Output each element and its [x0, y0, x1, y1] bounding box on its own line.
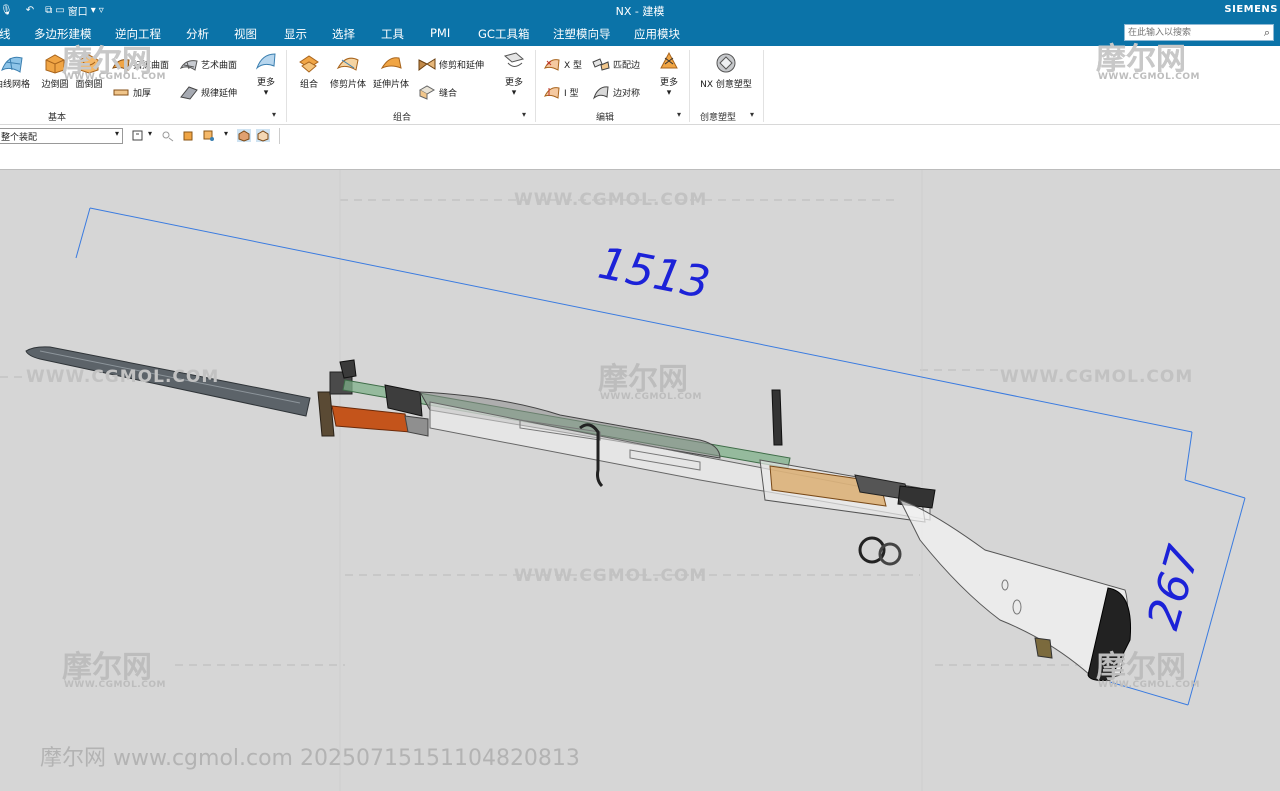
law-extension-icon: [180, 86, 198, 100]
sew-button[interactable]: 缝合: [418, 84, 457, 100]
group-combine-dropdown[interactable]: ▾: [522, 110, 526, 119]
group-edit-dropdown[interactable]: ▾: [677, 110, 681, 119]
title-bar: 🎙 ↶ ⧉ ▭ 窗口 ▾ ▿ NX - 建模 SIEMENS: [0, 0, 1280, 20]
chevron-down-icon[interactable]: ▾: [148, 129, 152, 138]
group-label-edit: 编辑: [596, 113, 615, 123]
i-form-button[interactable]: I 型: [543, 84, 579, 100]
select-feature-icon[interactable]: [182, 129, 196, 142]
extend-sheet-button[interactable]: 延伸片体: [371, 52, 411, 90]
menu-item-pmi[interactable]: PMI: [430, 26, 450, 40]
group-label-basic: 基本: [48, 113, 67, 123]
trim-extend-icon: [418, 58, 436, 71]
chevron-down-icon: ▾: [114, 129, 119, 138]
thicken-icon: [113, 89, 129, 96]
x-form-icon: [544, 59, 560, 71]
mesh-curves-button[interactable]: 曲线网格: [0, 52, 34, 90]
watermark-url: WWW.CGMOL.COM: [514, 190, 708, 210]
selection-scope-dropdown[interactable]: 整个装配 ▾: [0, 128, 123, 144]
filter-icon[interactable]: [132, 129, 146, 142]
menu-item-gc-toolkit[interactable]: GC工具箱: [478, 26, 529, 42]
toolbar-strip: [0, 147, 1280, 170]
nx-realize-shape-button[interactable]: NX 创意塑型: [696, 52, 756, 90]
studio-surface-button[interactable]: 艺术曲面: [180, 56, 237, 72]
chevron-down-icon: ▾: [263, 88, 269, 98]
x-form-button[interactable]: X 型: [543, 56, 582, 72]
group-label-creative: 创意塑型: [700, 113, 737, 123]
ribbon: 曲线网格 边倒圆 面倒圆 扫掠曲面 加厚 艺术曲面 规律延伸 更多▾ 基本 ▾ …: [0, 46, 1280, 125]
graphics-viewport[interactable]: 摩尔网 摩尔网 WWW.CGMOL.COM WWW.CGMOL.COM 摩尔网 …: [0, 42, 1280, 791]
group-separator: [535, 50, 536, 122]
edge-symmetry-icon: [592, 86, 609, 100]
brand-logo: SIEMENS: [1224, 4, 1278, 15]
wireframe-view-icon[interactable]: [256, 129, 270, 142]
match-edge-icon: [592, 58, 610, 71]
i-form-icon: [544, 87, 560, 99]
menu-item-curve[interactable]: 线: [0, 26, 11, 42]
menu-bar: 线 多边形建模 逆向工程 分析 视图 显示 选择 工具 PMI GC工具箱 注塑…: [0, 20, 1280, 46]
menu-item-mold-wizard[interactable]: 注塑模向导: [553, 26, 611, 42]
unite-button[interactable]: 组合: [292, 52, 326, 90]
trim-sheet-button[interactable]: 修剪片体: [328, 52, 368, 90]
menu-item-display[interactable]: 显示: [284, 26, 307, 42]
chevron-down-icon: ▾: [511, 88, 517, 98]
edge-symmetry-button[interactable]: 边对称: [592, 84, 640, 100]
shaded-view-icon[interactable]: [237, 129, 251, 142]
menu-item-view[interactable]: 视图: [234, 26, 257, 42]
sew-icon: [418, 85, 436, 100]
watermark-stamp: 摩尔网 www.cgmol.com 20250715151104820813: [40, 746, 580, 771]
menu-item-applications[interactable]: 应用模块: [634, 26, 680, 42]
thicken-button[interactable]: 加厚: [112, 84, 151, 100]
group-label-combine: 组合: [393, 113, 412, 123]
watermark-url: WWW.CGMOL.COM: [1000, 367, 1194, 387]
studio-surface-icon: [180, 60, 198, 71]
search-icon[interactable]: ⌕: [1264, 26, 1270, 40]
group-separator: [689, 50, 690, 122]
trim-sheet-icon: [336, 57, 359, 71]
combine-more-button[interactable]: 更多 ▾: [498, 50, 530, 98]
group-separator: [763, 50, 764, 122]
realize-shape-icon: [716, 53, 736, 73]
watermark-url-small: WWW.CGMOL.COM: [1098, 72, 1200, 82]
menu-item-analysis[interactable]: 分析: [186, 26, 209, 42]
select-body-icon[interactable]: [202, 129, 216, 142]
watermark-url-small: WWW.CGMOL.COM: [1098, 680, 1200, 690]
group-creative-dropdown[interactable]: ▾: [750, 110, 754, 119]
window-title: NX - 建模: [615, 5, 665, 18]
watermark-url: WWW.CGMOL.COM: [26, 367, 220, 387]
watermark-url-small: WWW.CGMOL.COM: [64, 680, 166, 690]
group-separator: [286, 50, 287, 122]
watermark-url-small: WWW.CGMOL.COM: [64, 72, 166, 82]
mesh-surface-icon: [1, 56, 23, 73]
more-edit-icon: [660, 51, 678, 69]
match-edge-button[interactable]: 匹配边: [592, 56, 640, 72]
chevron-down-icon[interactable]: ▾: [224, 129, 228, 138]
more-combine-icon: [503, 52, 525, 67]
chevron-down-icon: ▾: [666, 88, 672, 98]
unite-sheets-icon: [299, 55, 319, 73]
group-basic-dropdown[interactable]: ▾: [272, 110, 276, 119]
watermark-url-small: WWW.CGMOL.COM: [600, 392, 702, 402]
law-extension-button[interactable]: 规律延伸: [180, 84, 237, 100]
menu-item-select[interactable]: 选择: [332, 26, 355, 42]
snap-point-icon[interactable]: [160, 129, 174, 142]
watermark-url: WWW.CGMOL.COM: [514, 566, 708, 586]
edit-more-button[interactable]: 更多 ▾: [653, 50, 685, 98]
trim-extend-button[interactable]: 修剪和延伸: [418, 56, 484, 72]
toolbar-separator: [279, 128, 280, 144]
basic-more-button[interactable]: 更多 ▾: [250, 50, 282, 98]
extend-sheet-icon: [380, 57, 402, 70]
menu-item-tools[interactable]: 工具: [381, 26, 404, 42]
selection-bar: 整个装配 ▾ ▾ ▾: [0, 125, 1280, 148]
more-surface-icon: [255, 53, 276, 70]
